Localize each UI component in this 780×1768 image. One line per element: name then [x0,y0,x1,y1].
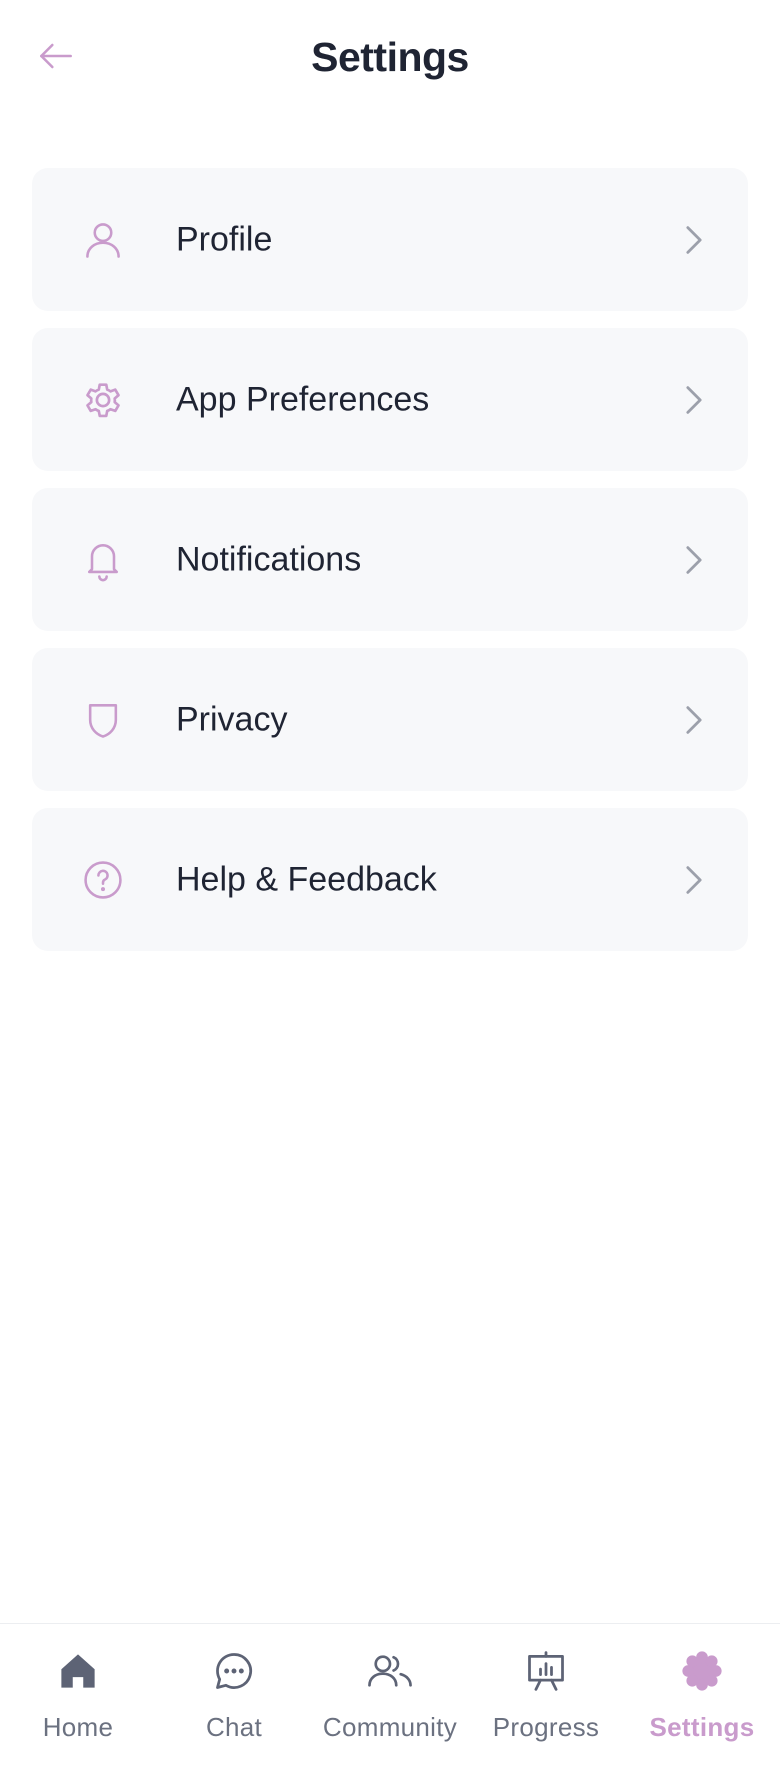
gear-icon [80,377,126,423]
bell-icon [80,537,126,583]
settings-screen: Settings Profile App Preferences Notific… [0,0,780,1768]
settings-item-notifications[interactable]: Notifications [32,488,748,631]
header: Settings [0,0,780,122]
nav-label: Chat [205,1712,263,1742]
settings-item-label: Profile [176,220,273,258]
community-icon [365,1646,415,1696]
settings-item-label: App Preferences [176,380,430,418]
settings-flower-icon [677,1646,727,1696]
nav-item-home[interactable]: Home [0,1624,156,1768]
settings-item-help-feedback[interactable]: Help & Feedback [32,808,748,951]
help-circle-icon [80,857,126,903]
nav-label: Progress [492,1712,600,1742]
shield-icon [80,697,126,743]
chevron-right-icon [680,382,708,418]
settings-item-profile[interactable]: Profile [32,168,748,311]
chevron-right-icon [680,862,708,898]
settings-item-app-preferences[interactable]: App Preferences [32,328,748,471]
nav-label: Home [42,1712,114,1742]
settings-item-label: Privacy [176,700,288,738]
page-title: Settings [311,34,469,80]
nav-item-community[interactable]: Community [312,1624,468,1768]
nav-label: Community [322,1712,458,1742]
user-icon [80,217,126,263]
progress-icon [521,1646,571,1696]
nav-item-settings[interactable]: Settings [624,1624,780,1768]
nav-item-progress[interactable]: Progress [468,1624,624,1768]
nav-label: Settings [649,1712,755,1742]
bottom-nav: Home Chat Community Progress Settings [0,1623,780,1768]
chat-icon [209,1646,259,1696]
chevron-right-icon [680,702,708,738]
nav-item-chat[interactable]: Chat [156,1624,312,1768]
chevron-right-icon [680,542,708,578]
settings-item-label: Help & Feedback [176,860,437,898]
settings-item-privacy[interactable]: Privacy [32,648,748,791]
settings-item-label: Notifications [176,540,362,578]
chevron-right-icon [680,222,708,258]
home-icon [53,1646,103,1696]
settings-list: Profile App Preferences Notifications Pr… [32,168,748,968]
